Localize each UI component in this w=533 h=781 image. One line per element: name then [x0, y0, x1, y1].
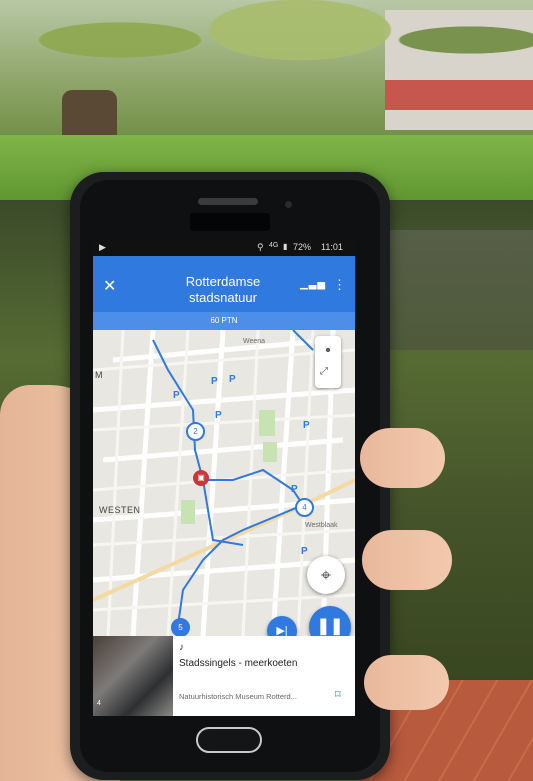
stop-title: Stadssingels - meerkoeten — [179, 658, 298, 669]
museum-poi-icon[interactable]: ▣ — [193, 470, 209, 486]
phone-screen: ▶ ⚲ 4G ▮ 72% 11:01 ✕ Rotterdamse stadsna… — [93, 240, 355, 716]
front-camera — [285, 201, 292, 208]
my-location-button[interactable]: ⌖ — [307, 556, 345, 594]
location-icon: ⚲ — [257, 242, 264, 252]
speaker-grille — [198, 198, 258, 205]
app-bar: ✕ Rotterdamse stadsnatuur ▁▃▅ ⋮ — [93, 256, 355, 312]
map-label-westen: WESTEN — [99, 505, 141, 515]
map-label-m: M — [95, 370, 103, 380]
stop-source: Natuurhistorisch Museum Rotterd... — [179, 692, 297, 701]
battery-level: 72% — [293, 242, 312, 252]
waypoint-2[interactable]: 2 — [186, 422, 205, 441]
parking-icon: P — [301, 546, 308, 557]
status-bar: ▶ ⚲ 4G ▮ 72% 11:01 — [93, 240, 355, 256]
stats-icon[interactable]: ▁▃▅ — [300, 279, 326, 290]
map-label-westblaak: Westblaak — [305, 522, 338, 529]
home-button[interactable] — [196, 727, 262, 753]
waypoint-5[interactable]: 5 — [171, 618, 190, 636]
map-view[interactable]: M WESTEN Weena Westblaak P P P P P P P ⤢… — [93, 330, 355, 636]
more-options-icon[interactable]: ⋮ — [333, 277, 346, 293]
audio-stop-card[interactable]: 4 ♪ Stadssingels - meerkoeten Natuurhist… — [93, 636, 355, 716]
waypoint-4[interactable]: 4 — [295, 498, 314, 517]
points-bar: 60 PTN — [93, 312, 355, 330]
parking-icon: P — [303, 420, 310, 431]
map-label-weena: Weena — [243, 338, 266, 345]
parking-icon: P — [229, 374, 236, 385]
parking-icon: P — [173, 390, 180, 401]
parking-icon: P — [291, 484, 298, 495]
tour-title: Rotterdamse stadsnatuur — [153, 274, 293, 306]
bookmark-icon[interactable]: ⌑ — [335, 688, 341, 701]
thumbnail-page: 4 — [97, 700, 101, 707]
expand-icon[interactable]: ⤢ — [320, 366, 328, 377]
play-store-icon: ▶ — [99, 242, 106, 252]
finger — [364, 655, 449, 710]
map-layer-control[interactable]: ⤢ — [315, 336, 341, 388]
signal-icon: ▮ — [283, 242, 288, 251]
parking-icon: P — [211, 376, 218, 387]
tour-title-line2: stadsnatuur — [189, 290, 257, 305]
music-note-icon: ♪ — [179, 642, 184, 653]
tour-title-line1: Rotterdamse — [185, 274, 261, 289]
finger — [360, 428, 445, 488]
censor-bar — [190, 213, 270, 231]
stop-thumbnail: 4 — [93, 636, 173, 716]
network-type: 4G — [269, 242, 279, 249]
clock: 11:01 — [321, 242, 343, 252]
compass-dot — [326, 348, 330, 352]
parking-icon: P — [215, 410, 222, 421]
finger — [362, 530, 452, 590]
close-icon[interactable]: ✕ — [103, 276, 116, 296]
